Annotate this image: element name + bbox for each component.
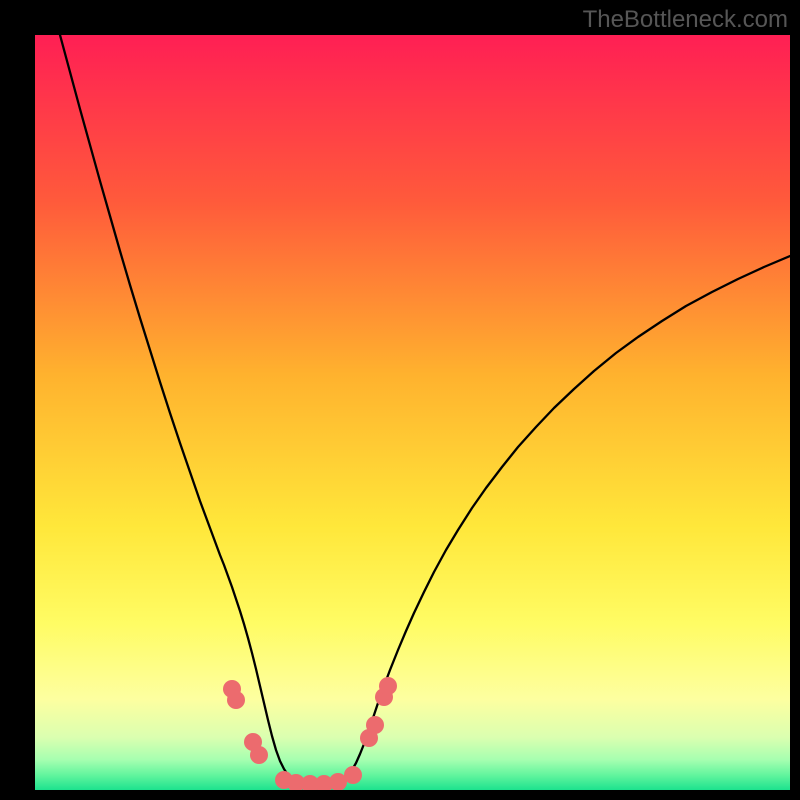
data-dot: [227, 691, 245, 709]
data-dot: [250, 746, 268, 764]
chart-frame: TheBottleneck.com: [0, 0, 800, 800]
data-dot: [344, 766, 362, 784]
bottleneck-chart: [0, 0, 800, 800]
gradient-plot-area: [35, 35, 790, 790]
data-dot: [366, 716, 384, 734]
watermark-text: TheBottleneck.com: [583, 6, 788, 34]
data-dot: [379, 677, 397, 695]
